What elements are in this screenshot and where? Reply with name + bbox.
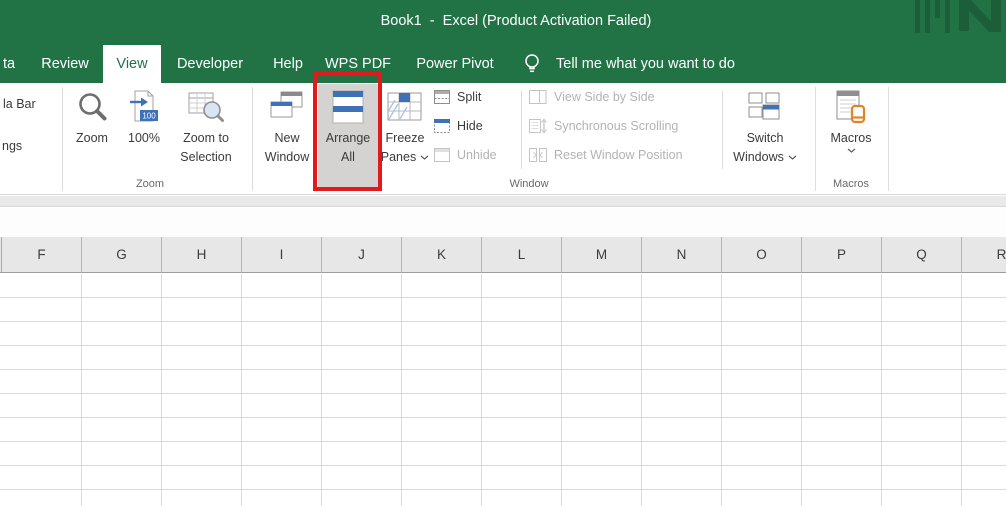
column-header-j[interactable]: J: [322, 237, 402, 272]
tell-me-box[interactable]: Tell me what you want to do: [556, 45, 735, 83]
macros-group-label: Macros: [833, 178, 869, 190]
column-header-f[interactable]: F: [2, 237, 82, 272]
column-header-o[interactable]: O: [722, 237, 802, 272]
excel-window: Book1 - Excel (Product Activation Failed…: [0, 0, 1006, 506]
macros-button[interactable]: Macros: [823, 85, 879, 181]
column-header-p[interactable]: P: [802, 237, 882, 272]
column-header-m[interactable]: M: [562, 237, 642, 272]
new-window-icon: [270, 85, 304, 129]
freeze-panes-button[interactable]: Freeze Panes: [376, 85, 434, 181]
switch-windows-icon: [748, 85, 782, 129]
window-group-label: Window: [509, 178, 548, 190]
column-header-r[interactable]: R: [962, 237, 1006, 272]
zoom-to-selection-button[interactable]: Zoom to Selection: [170, 85, 242, 181]
zoom-100-icon: 100: [128, 85, 160, 129]
column-header-l[interactable]: L: [482, 237, 562, 272]
group-divider: [888, 87, 889, 191]
watermark-logo-icon: [915, 0, 1003, 34]
reset-window-position-icon: [529, 147, 547, 163]
split-button[interactable]: Split: [434, 88, 481, 106]
column-header-n[interactable]: N: [642, 237, 722, 272]
synchronous-scrolling-button: Synchronous Scrolling: [529, 117, 678, 135]
reset-window-position-button: Reset Window Position: [529, 146, 683, 164]
column-header-k[interactable]: K: [402, 237, 482, 272]
svg-text:100: 100: [142, 112, 156, 121]
lightbulb-icon: [523, 52, 541, 76]
chevron-down-icon: [420, 155, 429, 160]
zoom-to-selection-icon: [188, 85, 224, 129]
ribbon-bottom-strip: [0, 196, 1006, 207]
chevron-down-icon: [788, 155, 797, 160]
spreadsheet-grid[interactable]: [0, 274, 1006, 506]
inner-divider: [521, 91, 522, 169]
headings-checkbox-label[interactable]: ngs: [2, 139, 22, 153]
group-divider: [252, 87, 253, 191]
inner-divider: [722, 91, 723, 169]
view-side-by-side-button: View Side by Side: [529, 88, 655, 106]
tab-developer[interactable]: Developer: [169, 45, 251, 83]
zoom-button[interactable]: Zoom: [66, 85, 118, 181]
unhide-button: Unhide: [434, 146, 497, 164]
unhide-icon: [434, 148, 450, 162]
column-header-h[interactable]: H: [162, 237, 242, 272]
window-title: Book1 - Excel (Product Activation Failed…: [381, 13, 652, 29]
tab-help[interactable]: Help: [262, 45, 314, 83]
split-icon: [434, 90, 450, 104]
arrange-all-highlight-box: [313, 72, 382, 191]
zoom-group-label: Zoom: [136, 178, 164, 190]
chevron-down-icon: [847, 148, 856, 153]
magnifier-icon: [77, 85, 107, 129]
hide-button[interactable]: Hide: [434, 117, 483, 135]
formula-bar-checkbox-label[interactable]: la Bar: [3, 97, 36, 111]
tab-power-pivot[interactable]: Power Pivot: [408, 45, 502, 83]
column-header-q[interactable]: Q: [882, 237, 962, 272]
column-header-g[interactable]: G: [82, 237, 162, 272]
view-side-by-side-icon: [529, 89, 547, 105]
title-bar: Book1 - Excel (Product Activation Failed…: [0, 0, 1006, 45]
zoom-100-button[interactable]: 100 100%: [118, 85, 170, 181]
ribbon: la Bar ngs Zoom 100: [0, 83, 1006, 195]
column-header-row: F G H I J K L M N O P Q R: [0, 237, 1006, 273]
macros-icon: [836, 85, 866, 129]
group-divider: [815, 87, 816, 191]
switch-windows-button[interactable]: Switch Windows: [734, 85, 796, 181]
tab-review[interactable]: Review: [34, 45, 96, 83]
synchronous-scrolling-icon: [529, 118, 547, 134]
column-header-i[interactable]: I: [242, 237, 322, 272]
hide-icon: [434, 119, 450, 133]
new-window-button[interactable]: New Window: [259, 85, 315, 181]
tab-data-partial[interactable]: ta: [0, 45, 18, 83]
formula-bar-strip[interactable]: [0, 208, 1006, 237]
group-divider: [62, 87, 63, 191]
ribbon-tab-row: ta Review View Developer Help WPS PDF Po…: [0, 45, 1006, 83]
freeze-panes-icon: [387, 85, 423, 129]
tab-view[interactable]: View: [103, 45, 161, 83]
